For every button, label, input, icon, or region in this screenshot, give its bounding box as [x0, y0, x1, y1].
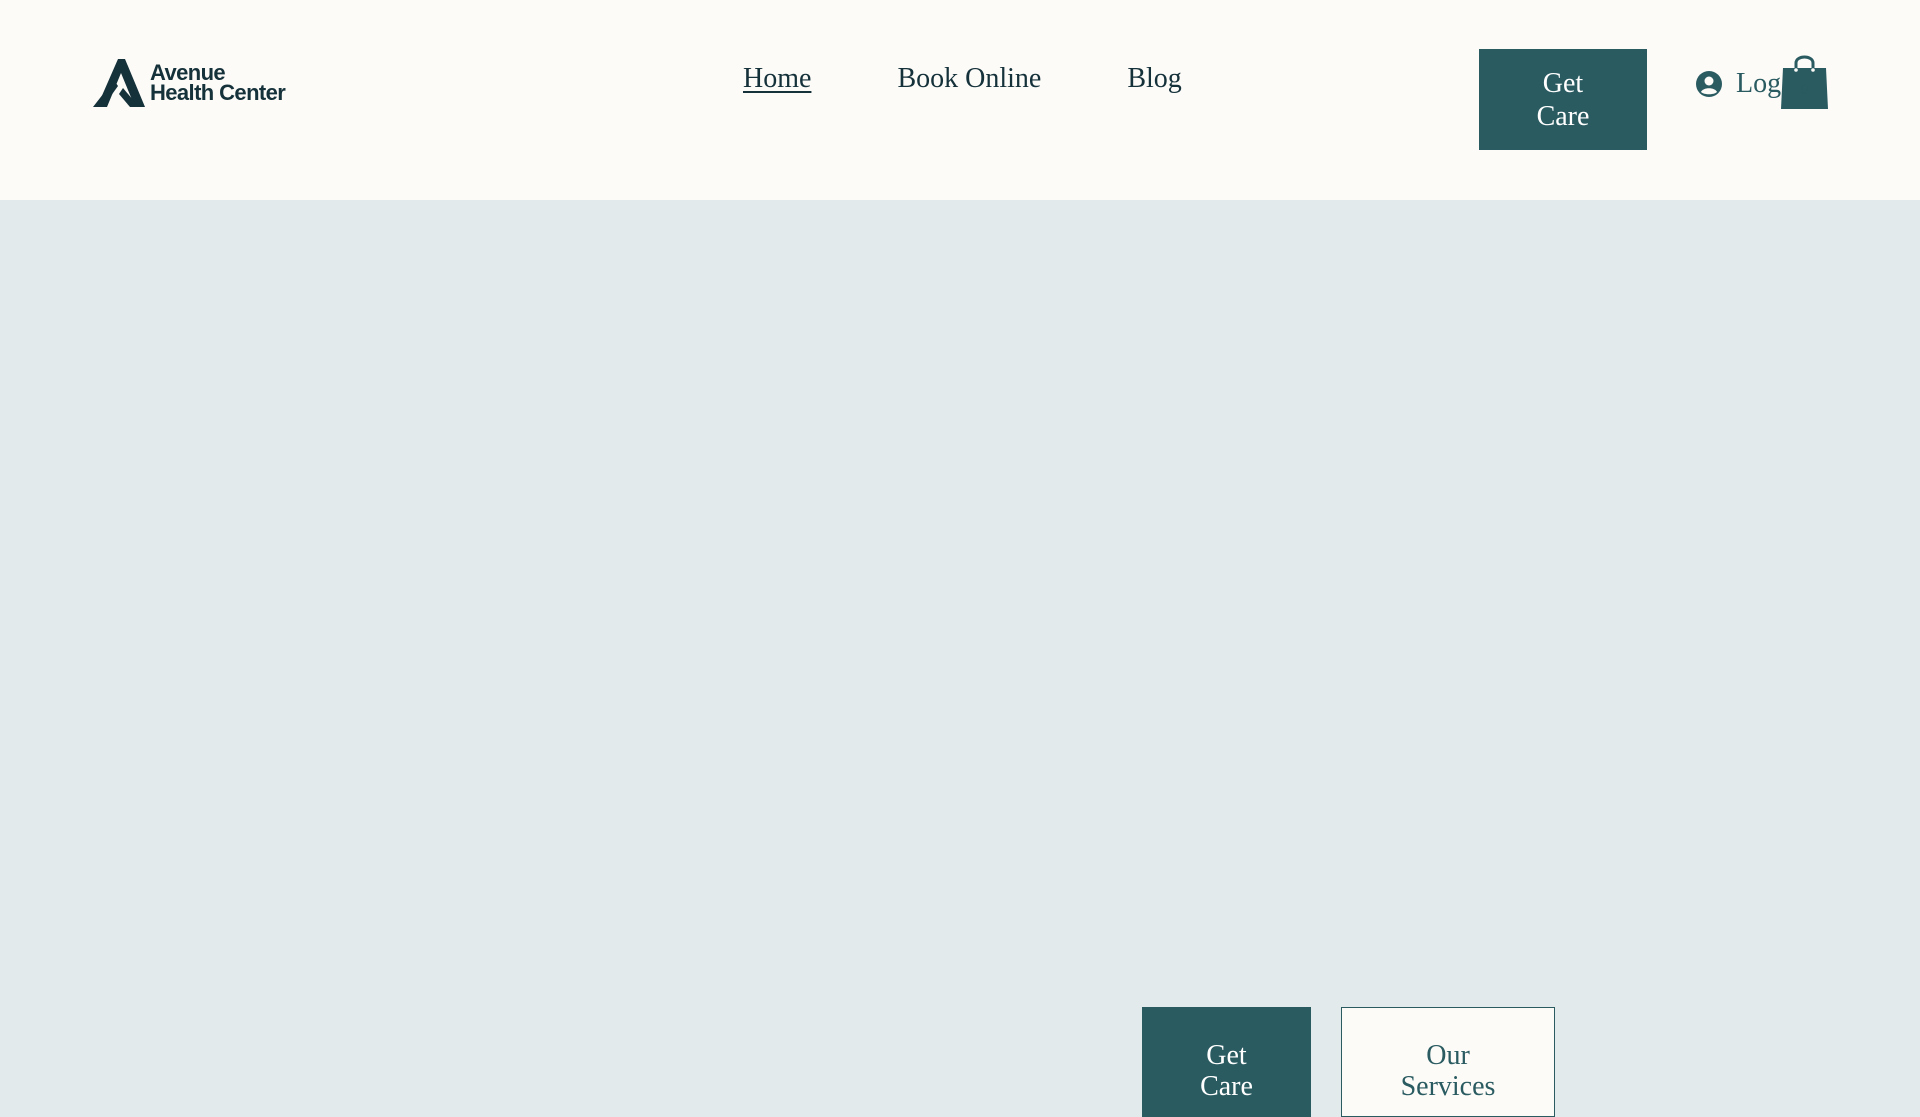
header-get-care-button[interactable]: Get Care: [1479, 49, 1647, 150]
our-services-label: Our Services: [1400, 1039, 1496, 1102]
cart-count: 0: [1801, 81, 1809, 97]
main-nav: Home Book Online Blog: [700, 63, 1225, 95]
logo-wordmark: Avenue Health Center: [150, 62, 286, 105]
user-avatar-icon: [1696, 71, 1722, 97]
nav-item-book-online[interactable]: Book Online: [897, 63, 1041, 95]
logo-line-2: Health Center: [150, 80, 286, 105]
shopping-bag-icon: 0: [1781, 55, 1828, 109]
avenue-a-logo-icon: [93, 59, 145, 107]
hero-get-care-button[interactable]: Get Care: [1142, 1007, 1311, 1117]
header-get-care-label: Get Care: [1536, 67, 1590, 132]
our-services-button[interactable]: Our Services: [1341, 1007, 1555, 1117]
login-label: Log In: [1736, 68, 1782, 99]
login-button[interactable]: Log In: [1696, 66, 1782, 102]
site-logo[interactable]: Avenue Health Center: [90, 58, 286, 108]
nav-item-blog[interactable]: Blog: [1127, 63, 1181, 95]
hero-get-care-label: Get Care: [1200, 1039, 1253, 1102]
cart-button[interactable]: 0: [1781, 51, 1828, 111]
nav-item-home[interactable]: Home: [743, 63, 811, 95]
site-header: Avenue Health Center Home Book Online Bl…: [0, 0, 1920, 200]
